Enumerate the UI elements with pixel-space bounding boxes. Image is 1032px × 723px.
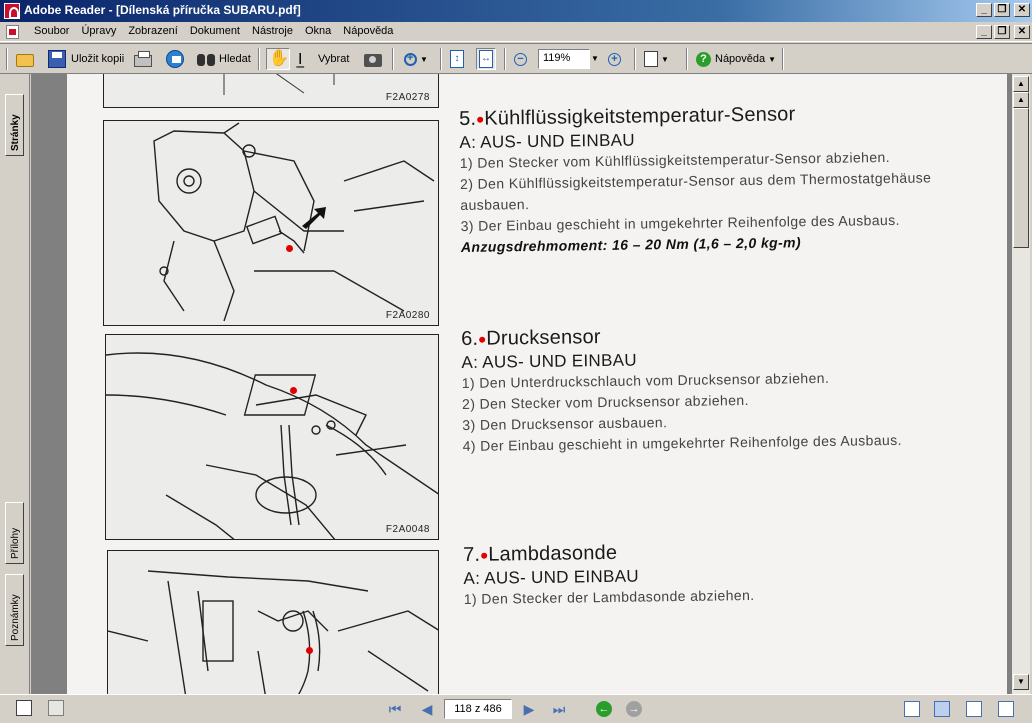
binoculars-icon[interactable] — [196, 50, 216, 68]
previous-page-icon[interactable]: ◀ — [418, 700, 436, 718]
figure-lambda — [107, 550, 439, 694]
close-button[interactable]: ✕ — [1014, 3, 1030, 17]
scroll-down-icon[interactable]: ▼ — [1013, 674, 1029, 690]
zoom-tool-dropdown-icon[interactable]: ▼ — [420, 55, 428, 64]
section-5-title: Kühlflüssigkeitstemperatur-Sensor — [484, 103, 796, 130]
navigation-panel: Stránky Přílohy Poznámky — [0, 74, 30, 694]
help-label[interactable]: Nápověda — [715, 53, 765, 65]
pdf-page: F2A0278 F2A0280 F2A0048 5. Kühlflüssigke… — [67, 74, 1007, 694]
menu-soubor[interactable]: Soubor — [28, 25, 75, 37]
toolbar: Uložit kopii Hledat ✋ I̲ Vybrat ▼ ↕ ↔ − … — [0, 43, 1032, 74]
last-page-icon[interactable]: ⏭ — [550, 700, 568, 718]
tab-comments[interactable]: Poznámky — [5, 574, 24, 646]
zoom-dropdown-icon[interactable]: ▼ — [590, 49, 600, 69]
print-icon[interactable] — [134, 51, 152, 67]
fit-width-button[interactable]: ↔ — [476, 48, 496, 70]
doc-restore-button[interactable]: ❐ — [994, 25, 1010, 39]
section-6-number: 6. — [461, 327, 479, 350]
select-text-icon[interactable]: I̲ — [298, 50, 316, 68]
zoom-level-field[interactable]: 119% — [538, 49, 590, 69]
window-title: Adobe Reader - [Dílenská příručka SUBARU… — [24, 3, 301, 17]
continuous-icon[interactable] — [934, 701, 950, 717]
menu-dokument[interactable]: Dokument — [184, 25, 246, 37]
email-icon[interactable] — [166, 50, 184, 68]
figure-f2a0280-drawing — [153, 122, 435, 322]
tab-attachments-label: Přílohy — [10, 527, 21, 559]
continuous-facing-icon[interactable] — [966, 701, 982, 717]
figure-code: F2A0048 — [385, 524, 430, 535]
section-5-number: 5. — [459, 107, 477, 130]
menu-bar: Soubor Úpravy Zobrazení Dokument Nástroj… — [0, 22, 1032, 42]
save-copy-label[interactable]: Uložit kopii — [71, 53, 124, 65]
fit-width-icon: ↔ — [479, 50, 493, 68]
title-bar: Adobe Reader - [Dílenská příručka SUBARU… — [0, 0, 1032, 22]
document-view[interactable]: F2A0278 F2A0280 F2A0048 5. Kühlflüssigke… — [31, 74, 1011, 694]
tab-comments-label: Poznámky — [10, 594, 21, 641]
save-disk-icon[interactable] — [48, 50, 66, 68]
status-bar: ⏮ ◀ 118 z 486 ▶ ⏭ ← → — [0, 694, 1032, 723]
zoom-out-icon[interactable]: − — [514, 52, 527, 66]
menu-napoveda[interactable]: Nápověda — [337, 25, 399, 37]
doc-close-button[interactable]: ✕ — [1014, 25, 1030, 39]
adobe-reader-icon[interactable] — [4, 3, 20, 19]
scroll-up-icon[interactable]: ▲ — [1013, 76, 1029, 92]
zoom-plus-icon[interactable]: + — [608, 52, 621, 66]
figure-lambda-drawing — [108, 570, 438, 694]
help-dropdown-icon[interactable]: ▼ — [768, 55, 776, 64]
section-6-title: Drucksensor — [486, 326, 601, 350]
tab-attachments[interactable]: Přílohy — [5, 502, 24, 564]
fit-page-icon[interactable]: ↕ — [450, 50, 464, 68]
figure-f2a0280: F2A0280 — [103, 120, 439, 326]
facing-icon[interactable] — [998, 701, 1014, 717]
page-thumbnail-icon[interactable] — [16, 700, 32, 716]
annotation-dot — [306, 647, 313, 654]
vertical-scrollbar[interactable]: ▲ ▲ ▼ — [1011, 74, 1030, 694]
minimize-button[interactable]: _ — [976, 3, 992, 17]
search-label[interactable]: Hledat — [219, 53, 251, 65]
page-number-field[interactable]: 118 z 486 — [444, 699, 512, 719]
figure-code: F2A0278 — [385, 92, 430, 103]
scroll-thumb[interactable] — [1013, 108, 1029, 248]
select-label[interactable]: Vybrat — [318, 53, 349, 65]
section-7: 7. Lambdasonde A: AUS- UND EINBAU 1) Den … — [463, 537, 964, 610]
section-7-number: 7. — [463, 543, 481, 566]
zoom-in-icon[interactable] — [404, 52, 417, 66]
doc-minimize-button[interactable]: _ — [976, 25, 992, 39]
section-5-step-2: 2) Den Kühlflüssigkeitstemperatur-Sensor… — [459, 169, 932, 213]
hand-tool-icon: ✋ — [269, 50, 289, 67]
pages-icon[interactable] — [644, 51, 658, 67]
document-menu-icon[interactable] — [6, 25, 19, 39]
maximize-button[interactable]: ❐ — [994, 3, 1010, 17]
single-page-icon[interactable] — [904, 701, 920, 717]
menu-okna[interactable]: Okna — [299, 25, 337, 37]
scroll-page-up-icon[interactable]: ▲ — [1013, 92, 1029, 108]
page-size-icon[interactable] — [48, 700, 64, 716]
tab-pages[interactable]: Stránky — [5, 94, 24, 156]
section-7-title: Lambdasonde — [488, 541, 618, 566]
pages-dropdown-icon[interactable]: ▼ — [661, 55, 669, 64]
section-6: 6. Drucksensor A: AUS- UND EINBAU 1) Den … — [461, 321, 963, 457]
next-page-icon[interactable]: ▶ — [520, 700, 538, 718]
go-back-icon[interactable]: ← — [596, 701, 612, 717]
figure-f2a0278: F2A0278 — [103, 74, 439, 108]
menu-nastroje[interactable]: Nástroje — [246, 25, 299, 37]
snapshot-camera-icon[interactable] — [364, 54, 382, 67]
figure-f2a0048-drawing — [106, 352, 438, 539]
section-5: 5. Kühlflüssigkeitstemperatur-Sensor A: A… — [459, 101, 961, 258]
tab-pages-label: Stránky — [10, 114, 21, 151]
adobe-reader-window: Adobe Reader - [Dílenská příručka SUBARU… — [0, 0, 1032, 723]
help-icon[interactable]: ? — [696, 51, 711, 67]
first-page-icon[interactable]: ⏮ — [386, 700, 404, 718]
annotation-dot — [290, 387, 297, 394]
menu-zobrazeni[interactable]: Zobrazení — [122, 25, 184, 37]
figure-f2a0048: F2A0048 — [105, 334, 439, 540]
figure-code: F2A0280 — [385, 310, 430, 321]
open-folder-icon[interactable] — [16, 54, 34, 67]
hand-tool-button[interactable]: ✋ — [266, 48, 290, 70]
menu-upravy[interactable]: Úpravy — [75, 25, 122, 37]
go-forward-icon[interactable]: → — [626, 701, 642, 717]
annotation-dot — [286, 245, 293, 252]
